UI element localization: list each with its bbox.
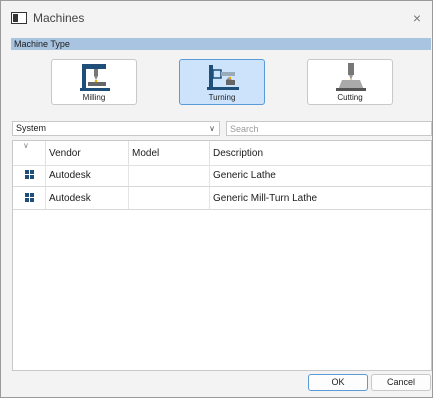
milling-label: Milling	[82, 93, 106, 102]
ok-button[interactable]: OK	[308, 374, 368, 391]
title-bar: Machines ×	[1, 1, 432, 35]
cutting-machine-icon	[336, 63, 366, 91]
machines-app-icon	[11, 12, 27, 24]
cutting-type-button[interactable]: Cutting	[307, 59, 393, 105]
column-divider	[209, 141, 210, 165]
cell-divider	[128, 164, 129, 186]
column-divider	[128, 141, 129, 165]
table-row[interactable]: Autodesk Generic Mill-Turn Lathe	[13, 187, 431, 210]
table-row[interactable]: Autodesk Generic Lathe	[13, 164, 431, 187]
cutting-label: Cutting	[337, 93, 363, 102]
machines-dialog: Machines × Machine Type Milling Turning	[0, 0, 433, 398]
machines-table: ∨ Vendor Model Description Autodesk Gene…	[12, 140, 432, 371]
column-header-description[interactable]: Description	[213, 148, 263, 159]
machine-grid-icon	[25, 170, 34, 179]
system-dropdown[interactable]: System ∨	[12, 121, 220, 136]
vendor-cell: Autodesk	[49, 193, 91, 204]
machine-grid-icon	[25, 193, 34, 202]
milling-machine-icon	[80, 64, 110, 91]
column-header-vendor[interactable]: Vendor	[49, 148, 81, 159]
cell-divider	[209, 187, 210, 209]
sort-chevron-icon[interactable]: ∨	[23, 141, 29, 150]
column-divider	[45, 141, 46, 165]
description-cell: Generic Mill-Turn Lathe	[213, 193, 318, 204]
system-dropdown-value: System	[16, 123, 47, 133]
cancel-button[interactable]: Cancel	[371, 374, 431, 391]
column-header-model[interactable]: Model	[132, 148, 159, 159]
search-field[interactable]	[226, 121, 432, 136]
filter-row: System ∨	[12, 121, 432, 136]
close-button[interactable]: ×	[408, 9, 426, 27]
search-input[interactable]	[227, 122, 410, 135]
machine-type-header: Machine Type	[11, 38, 431, 50]
table-header: ∨ Vendor Model Description	[13, 141, 431, 166]
milling-type-button[interactable]: Milling	[51, 59, 137, 105]
cell-divider	[209, 164, 210, 186]
cell-divider	[45, 164, 46, 186]
cell-divider	[128, 187, 129, 209]
turning-label: Turning	[208, 93, 236, 102]
turning-lathe-icon	[207, 65, 239, 90]
window-title: Machines	[33, 11, 85, 25]
cell-divider	[45, 187, 46, 209]
turning-type-button[interactable]: Turning	[179, 59, 265, 105]
description-cell: Generic Lathe	[213, 170, 276, 181]
chevron-down-icon: ∨	[209, 124, 215, 133]
vendor-cell: Autodesk	[49, 170, 91, 181]
